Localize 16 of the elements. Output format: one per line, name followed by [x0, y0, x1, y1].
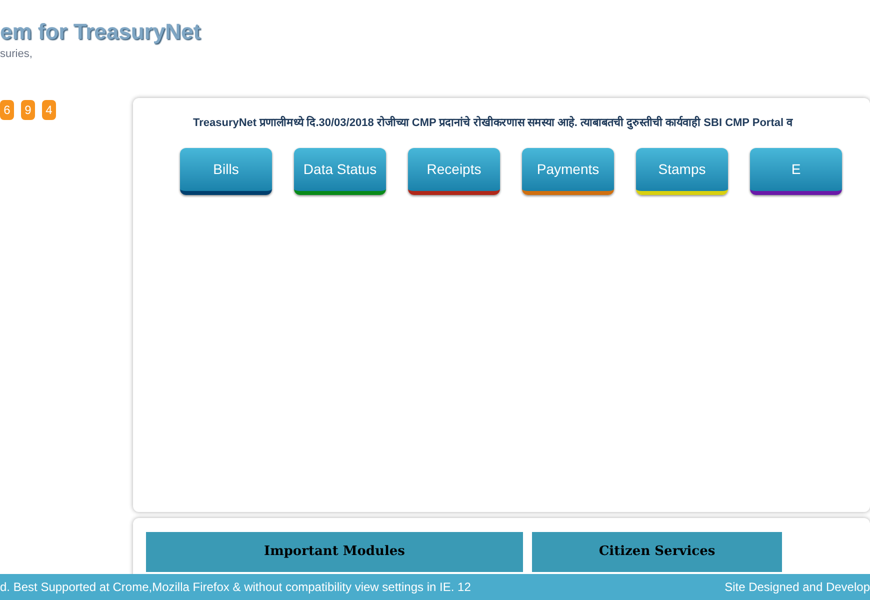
footer-text: d. Best Supported at Crome,Mozilla Firefox & without compatibility view settings in IE. 12	[0, 579, 471, 596]
section-header: Citizen Services	[532, 532, 782, 572]
counter-digit: 6	[0, 100, 14, 120]
module-button[interactable]: Stamps	[636, 148, 728, 194]
counter-digit: 4	[42, 100, 56, 120]
site-subtitle: suries,	[0, 46, 34, 62]
section-header: Important Modules	[146, 532, 523, 572]
module-button[interactable]: Receipts	[408, 148, 500, 194]
notice-text: TreasuryNet प्रणालीमध्ये दि.30/03/2018 रोजीच्या CMP प्रदानांचे रोखीकरणास समस्या आहे. त्याबाबतची दुरुस्तीची कार्यवाही SBI CMP Portal व	[193, 115, 794, 132]
counter-digit: 9	[21, 100, 35, 120]
module-button[interactable]: Data Status	[294, 148, 386, 194]
footer-credit: Site Designed and Develop	[724, 579, 870, 596]
module-button[interactable]: E	[750, 148, 842, 194]
module-button[interactable]: Bills	[180, 148, 272, 194]
site-title: em for TreasuryNet	[0, 18, 201, 46]
module-button[interactable]: Payments	[522, 148, 614, 194]
